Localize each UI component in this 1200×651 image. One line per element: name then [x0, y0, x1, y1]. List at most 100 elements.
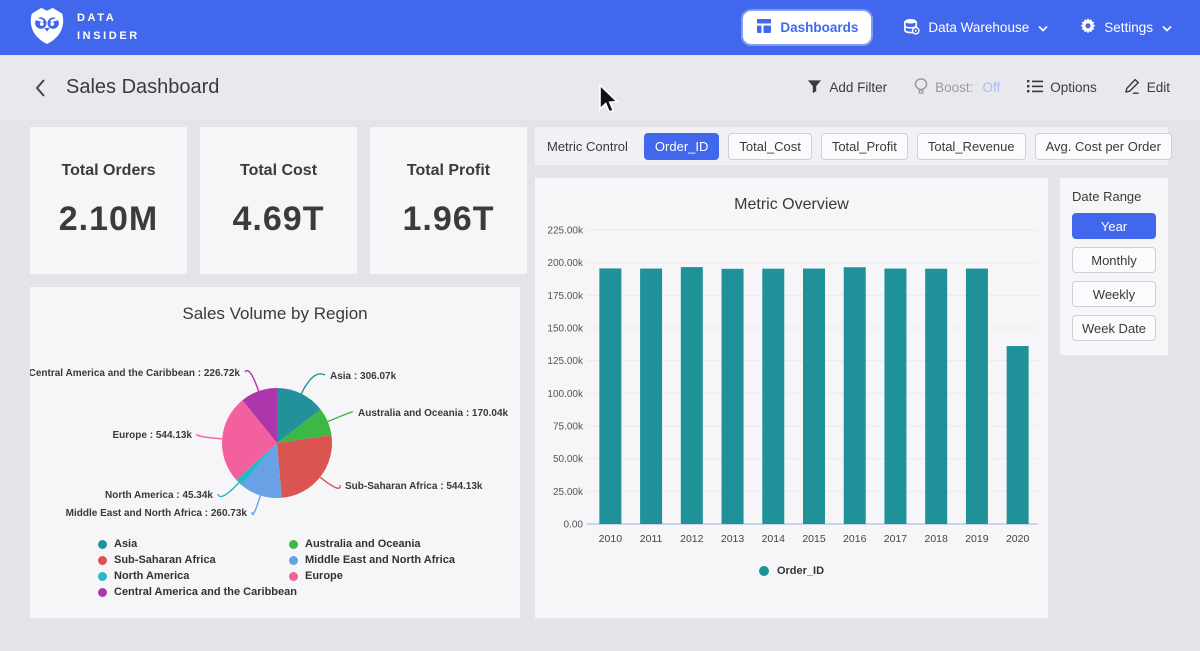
svg-text:2020: 2020 — [1006, 533, 1030, 545]
bar-2016[interactable] — [844, 267, 866, 524]
pie-slice-sub-saharan-africa[interactable] — [277, 435, 332, 498]
brand-logo[interactable]: DATA INSIDER — [28, 5, 140, 50]
bar-2012[interactable] — [681, 267, 703, 524]
legend-label: Sub-Saharan Africa — [114, 554, 216, 566]
metric-chip-total-revenue[interactable]: Total_Revenue — [917, 133, 1026, 160]
back-button[interactable] — [30, 74, 50, 102]
pie-chart-title: Sales Volume by Region — [30, 287, 520, 326]
date-range-label: Date Range — [1072, 189, 1156, 204]
top-nav: DATA INSIDER Dashboards — [0, 0, 1200, 55]
date-range-monthly[interactable]: Monthly — [1072, 247, 1156, 273]
legend-label: Europe — [305, 570, 343, 582]
svg-text:0.00: 0.00 — [564, 520, 584, 531]
pie-label-sub-saharan-africa: Sub-Saharan Africa : 544.13k — [345, 481, 483, 492]
metric-overview-panel: Metric Overview 0.00 25.00k 50.00k 75.00k 10… — [535, 178, 1048, 618]
pie-chart: Asia : 306.07k Australia and Oceania : 17… — [30, 328, 520, 550]
legend-dot — [289, 540, 298, 549]
bar-2017[interactable] — [884, 269, 906, 524]
svg-text:2015: 2015 — [802, 533, 826, 545]
svg-text:200.00k: 200.00k — [547, 258, 584, 269]
bar-2019[interactable] — [966, 269, 988, 524]
metric-chip-total-cost[interactable]: Total_Cost — [728, 133, 811, 160]
database-icon — [903, 18, 920, 38]
svg-text:100.00k: 100.00k — [547, 389, 584, 400]
pie-label-central-america-and-the-caribbean: Central America and the Caribbean : 226.… — [30, 368, 240, 379]
svg-text:75.00k: 75.00k — [553, 422, 584, 433]
kpi-total-orders: Total Orders 2.10M — [30, 127, 187, 274]
owl-logo-icon — [28, 5, 66, 50]
legend-label: North America — [114, 570, 189, 582]
legend-item-central-america-and-the-caribbean[interactable]: Central America and the Caribbean — [98, 584, 297, 600]
svg-text:25.00k: 25.00k — [553, 487, 584, 498]
metric-control-bar: Metric Control Order_ID Total_Cost Total_P… — [535, 127, 1168, 165]
legend-label: Asia — [114, 538, 137, 550]
nav-dashboards-button[interactable]: Dashboards — [743, 11, 871, 44]
kpi-value: 2.10M — [59, 200, 159, 239]
metric-chip-avg-cost-per-order[interactable]: Avg. Cost per Order — [1035, 133, 1172, 160]
legend-item-sub-saharan-africa[interactable]: Sub-Saharan Africa — [98, 552, 297, 568]
legend-item-north-america[interactable]: North America — [98, 568, 297, 584]
metric-chip-total-profit[interactable]: Total_Profit — [821, 133, 908, 160]
boost-balloon-icon — [914, 78, 928, 97]
metric-control-label: Metric Control — [547, 139, 628, 154]
svg-text:175.00k: 175.00k — [547, 291, 584, 302]
pie-label-north-america: North America : 45.34k — [105, 490, 213, 501]
bar-2015[interactable] — [803, 269, 825, 524]
bar-2018[interactable] — [925, 269, 947, 524]
edit-button[interactable]: Edit — [1124, 78, 1170, 97]
pie-label-europe: Europe : 544.13k — [113, 430, 193, 441]
svg-text:2018: 2018 — [925, 533, 949, 545]
pie-label-asia: Asia : 306.07k — [330, 371, 397, 382]
legend-item-australia-and-oceania[interactable]: Australia and Oceania — [289, 536, 455, 552]
date-range-weekly[interactable]: Weekly — [1072, 281, 1156, 307]
page-header: Sales Dashboard Add Filter Boost:Off — [0, 55, 1200, 120]
filter-funnel-icon — [807, 79, 822, 97]
add-filter-button[interactable]: Add Filter — [807, 79, 887, 97]
boost-toggle[interactable]: Boost:Off — [914, 78, 1000, 97]
legend-label: Middle East and North Africa — [305, 554, 455, 566]
legend-dot — [98, 572, 107, 581]
date-range-year[interactable]: Year — [1072, 213, 1156, 239]
kpi-label: Total Profit — [407, 162, 490, 180]
kpi-row: Total Orders 2.10M Total Cost 4.69T Tota… — [30, 127, 527, 274]
bar-2014[interactable] — [762, 269, 784, 524]
bar-2013[interactable] — [722, 269, 744, 524]
legend-dot — [289, 556, 298, 565]
metric-control-options: Order_ID Total_Cost Total_Profit Total_Reve… — [644, 133, 1172, 160]
gear-icon — [1080, 18, 1096, 37]
chevron-down-icon — [1038, 20, 1048, 35]
legend-label: Order_ID — [777, 565, 824, 577]
bar-2020[interactable] — [1007, 346, 1029, 524]
options-button[interactable]: Options — [1027, 79, 1097, 96]
edit-pencil-icon — [1124, 78, 1140, 97]
kpi-label: Total Cost — [240, 162, 317, 180]
legend-item-asia[interactable]: Asia — [98, 536, 297, 552]
bar-chart-title: Metric Overview — [535, 178, 1048, 216]
legend-item-middle-east-and-north-africa[interactable]: Middle East and North Africa — [289, 552, 455, 568]
bar-2010[interactable] — [599, 268, 621, 524]
legend-label: Central America and the Caribbean — [114, 586, 297, 598]
pie-label-australia-and-oceania: Australia and Oceania : 170.04k — [358, 408, 509, 419]
legend-item-europe[interactable]: Europe — [289, 568, 455, 584]
pie-legend-column-1: Asia Sub-Saharan Africa North America Centr… — [98, 536, 297, 600]
kpi-label: Total Orders — [62, 162, 156, 180]
legend-dot — [759, 566, 769, 576]
svg-text:2017: 2017 — [884, 533, 908, 545]
legend-dot — [98, 588, 107, 597]
legend-dot — [289, 572, 298, 581]
date-range-week-date[interactable]: Week Date — [1072, 315, 1156, 341]
dashboards-grid-icon — [756, 18, 772, 37]
svg-text:50.00k: 50.00k — [553, 454, 584, 465]
legend-dot — [98, 556, 107, 565]
dashboard-content: Total Orders 2.10M Total Cost 4.69T Tota… — [0, 120, 1200, 651]
metric-chip-order-id[interactable]: Order_ID — [644, 133, 719, 160]
svg-text:2013: 2013 — [721, 533, 745, 545]
nav-settings[interactable]: Settings — [1080, 18, 1172, 37]
svg-text:2019: 2019 — [965, 533, 989, 545]
options-list-icon — [1027, 79, 1043, 96]
nav-data-warehouse[interactable]: Data Warehouse — [903, 18, 1048, 38]
svg-text:125.00k: 125.00k — [547, 356, 584, 367]
svg-text:2010: 2010 — [599, 533, 623, 545]
bar-2011[interactable] — [640, 269, 662, 524]
svg-text:2016: 2016 — [843, 533, 867, 545]
